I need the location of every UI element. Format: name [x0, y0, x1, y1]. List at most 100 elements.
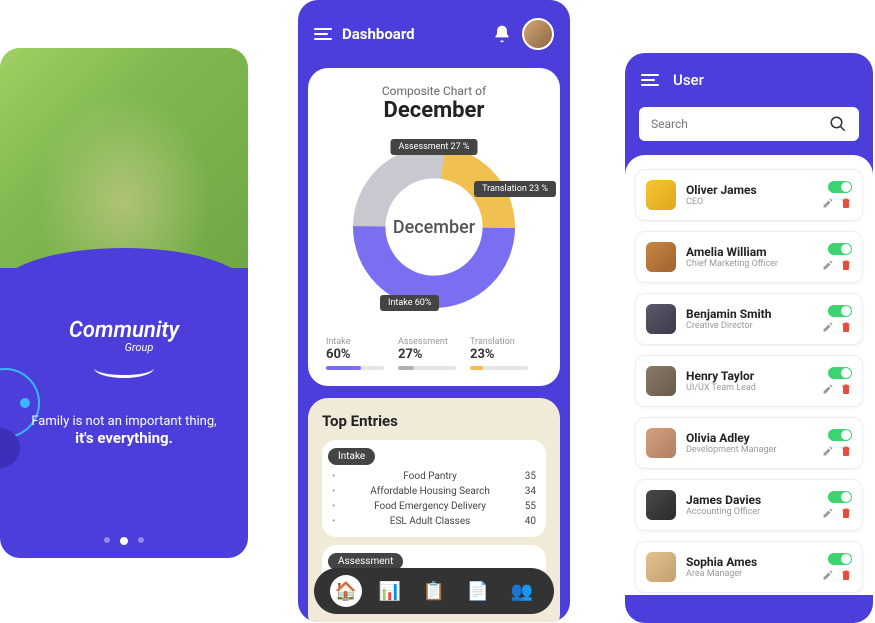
- user-avatar: [646, 180, 676, 210]
- edit-icon[interactable]: [822, 197, 834, 209]
- toggle-switch[interactable]: [828, 553, 852, 565]
- user-role: CEO: [686, 197, 812, 207]
- page-dots[interactable]: [12, 537, 236, 545]
- search-bar[interactable]: [639, 107, 859, 141]
- stat-row: Intake 60% Assessment 27% Translation 23…: [322, 337, 546, 370]
- user-actions: [822, 305, 852, 333]
- logo-swoosh: [94, 358, 154, 378]
- user-card[interactable]: Olivia Adley Development Manager: [635, 417, 863, 469]
- user-actions: [822, 367, 852, 395]
- stat-item: Assessment 27%: [398, 337, 470, 370]
- community-splash-panel: Community Group Family is not an importa…: [0, 48, 248, 558]
- user-name: Oliver James: [686, 183, 812, 197]
- bottom-nav: 🏠 📊 📋 📄 👥: [314, 568, 554, 614]
- menu-icon[interactable]: [314, 28, 332, 40]
- nav-home-icon[interactable]: 🏠: [330, 575, 362, 607]
- user-card[interactable]: Sophia Ames Area Manager: [635, 541, 863, 593]
- entry-label: Affordable Housing Search: [370, 486, 490, 497]
- user-role: Area Manager: [686, 569, 812, 579]
- entry-section: Intake Food Pantry35Affordable Housing S…: [322, 440, 546, 537]
- chart-subtitle: Composite Chart of: [322, 84, 546, 98]
- delete-icon[interactable]: [840, 383, 852, 395]
- tagline-line2: it's everything.: [12, 429, 236, 447]
- user-actions: [822, 491, 852, 519]
- user-actions: [822, 181, 852, 209]
- entry-label: Food Pantry: [403, 471, 457, 482]
- chart-center-label: December: [344, 137, 524, 317]
- user-avatar: [646, 490, 676, 520]
- stat-item: Intake 60%: [326, 337, 398, 370]
- delete-icon[interactable]: [840, 197, 852, 209]
- page-title: Dashboard: [342, 25, 482, 43]
- donut-chart: December Assessment 27 % Translation 23 …: [344, 137, 524, 317]
- user-avatar: [646, 552, 676, 582]
- delete-icon[interactable]: [840, 259, 852, 271]
- edit-icon[interactable]: [822, 569, 834, 581]
- delete-icon[interactable]: [840, 569, 852, 581]
- bell-icon[interactable]: [492, 24, 512, 44]
- edit-icon[interactable]: [822, 259, 834, 271]
- user-card[interactable]: Benjamin Smith Creative Director: [635, 293, 863, 345]
- user-name: Benjamin Smith: [686, 307, 812, 321]
- delete-icon[interactable]: [840, 445, 852, 457]
- edit-icon[interactable]: [822, 321, 834, 333]
- user-info: Olivia Adley Development Manager: [686, 431, 812, 455]
- stat-label: Translation: [470, 337, 542, 347]
- toggle-switch[interactable]: [828, 181, 852, 193]
- user-card[interactable]: Oliver James CEO: [635, 169, 863, 221]
- entry-label: Food Emergency Delivery: [374, 501, 486, 512]
- nav-list-icon[interactable]: 📋: [418, 575, 450, 607]
- menu-icon[interactable]: [641, 74, 659, 86]
- section-pill: Intake: [328, 448, 375, 465]
- delete-icon[interactable]: [840, 321, 852, 333]
- user-avatar: [646, 304, 676, 334]
- user-card[interactable]: Amelia William Chief Marketing Officer: [635, 231, 863, 283]
- user-role: Chief Marketing Officer: [686, 259, 812, 269]
- page-dot[interactable]: [104, 537, 110, 543]
- user-name: Olivia Adley: [686, 431, 812, 445]
- toggle-switch[interactable]: [828, 305, 852, 317]
- stat-label: Assessment: [398, 337, 470, 347]
- edit-icon[interactable]: [822, 507, 834, 519]
- tagline-line1: Family is not an important thing,: [31, 414, 216, 429]
- chart-label-translation: Translation 23 %: [474, 181, 556, 197]
- entry-row: ESL Adult Classes 40: [332, 514, 536, 529]
- nav-doc-icon[interactable]: 📄: [462, 575, 494, 607]
- toggle-switch[interactable]: [828, 429, 852, 441]
- user-role: Accounting Officer: [686, 507, 812, 517]
- user-role: UI/UX Team Lead: [686, 383, 812, 393]
- toggle-switch[interactable]: [828, 243, 852, 255]
- app-logo: Community Group: [12, 318, 236, 384]
- search-icon[interactable]: [829, 115, 847, 133]
- stat-value: 23%: [470, 347, 542, 362]
- edit-icon[interactable]: [822, 383, 834, 395]
- dashboard-panel: Dashboard Composite Chart of December De…: [298, 0, 570, 622]
- user-role: Creative Director: [686, 321, 812, 331]
- logo-main: Community: [69, 318, 179, 343]
- delete-icon[interactable]: [840, 507, 852, 519]
- page-dot[interactable]: [138, 537, 144, 543]
- chart-card: Composite Chart of December December Ass…: [308, 68, 560, 386]
- user-avatar[interactable]: [522, 18, 554, 50]
- page-title: User: [673, 71, 704, 89]
- user-card[interactable]: Henry Taylor UI/UX Team Lead: [635, 355, 863, 407]
- user-avatar: [646, 366, 676, 396]
- user-name: James Davies: [686, 493, 812, 507]
- nav-chart-icon[interactable]: 📊: [374, 575, 406, 607]
- stat-bar: [398, 366, 456, 370]
- user-avatar: [646, 428, 676, 458]
- stat-value: 27%: [398, 347, 470, 362]
- toggle-switch[interactable]: [828, 491, 852, 503]
- entry-value: 40: [525, 516, 536, 527]
- edit-icon[interactable]: [822, 445, 834, 457]
- nav-users-icon[interactable]: 👥: [506, 575, 538, 607]
- stat-bar: [470, 366, 528, 370]
- user-card[interactable]: James Davies Accounting Officer: [635, 479, 863, 531]
- toggle-switch[interactable]: [828, 367, 852, 379]
- page-dot-active[interactable]: [120, 537, 128, 545]
- stat-item: Translation 23%: [470, 337, 542, 370]
- user-list: Oliver James CEO Amelia William Chief Ma…: [625, 155, 873, 595]
- entry-row: Affordable Housing Search34: [332, 484, 536, 499]
- entry-label: ESL Adult Classes: [390, 516, 471, 527]
- search-input[interactable]: [651, 117, 829, 131]
